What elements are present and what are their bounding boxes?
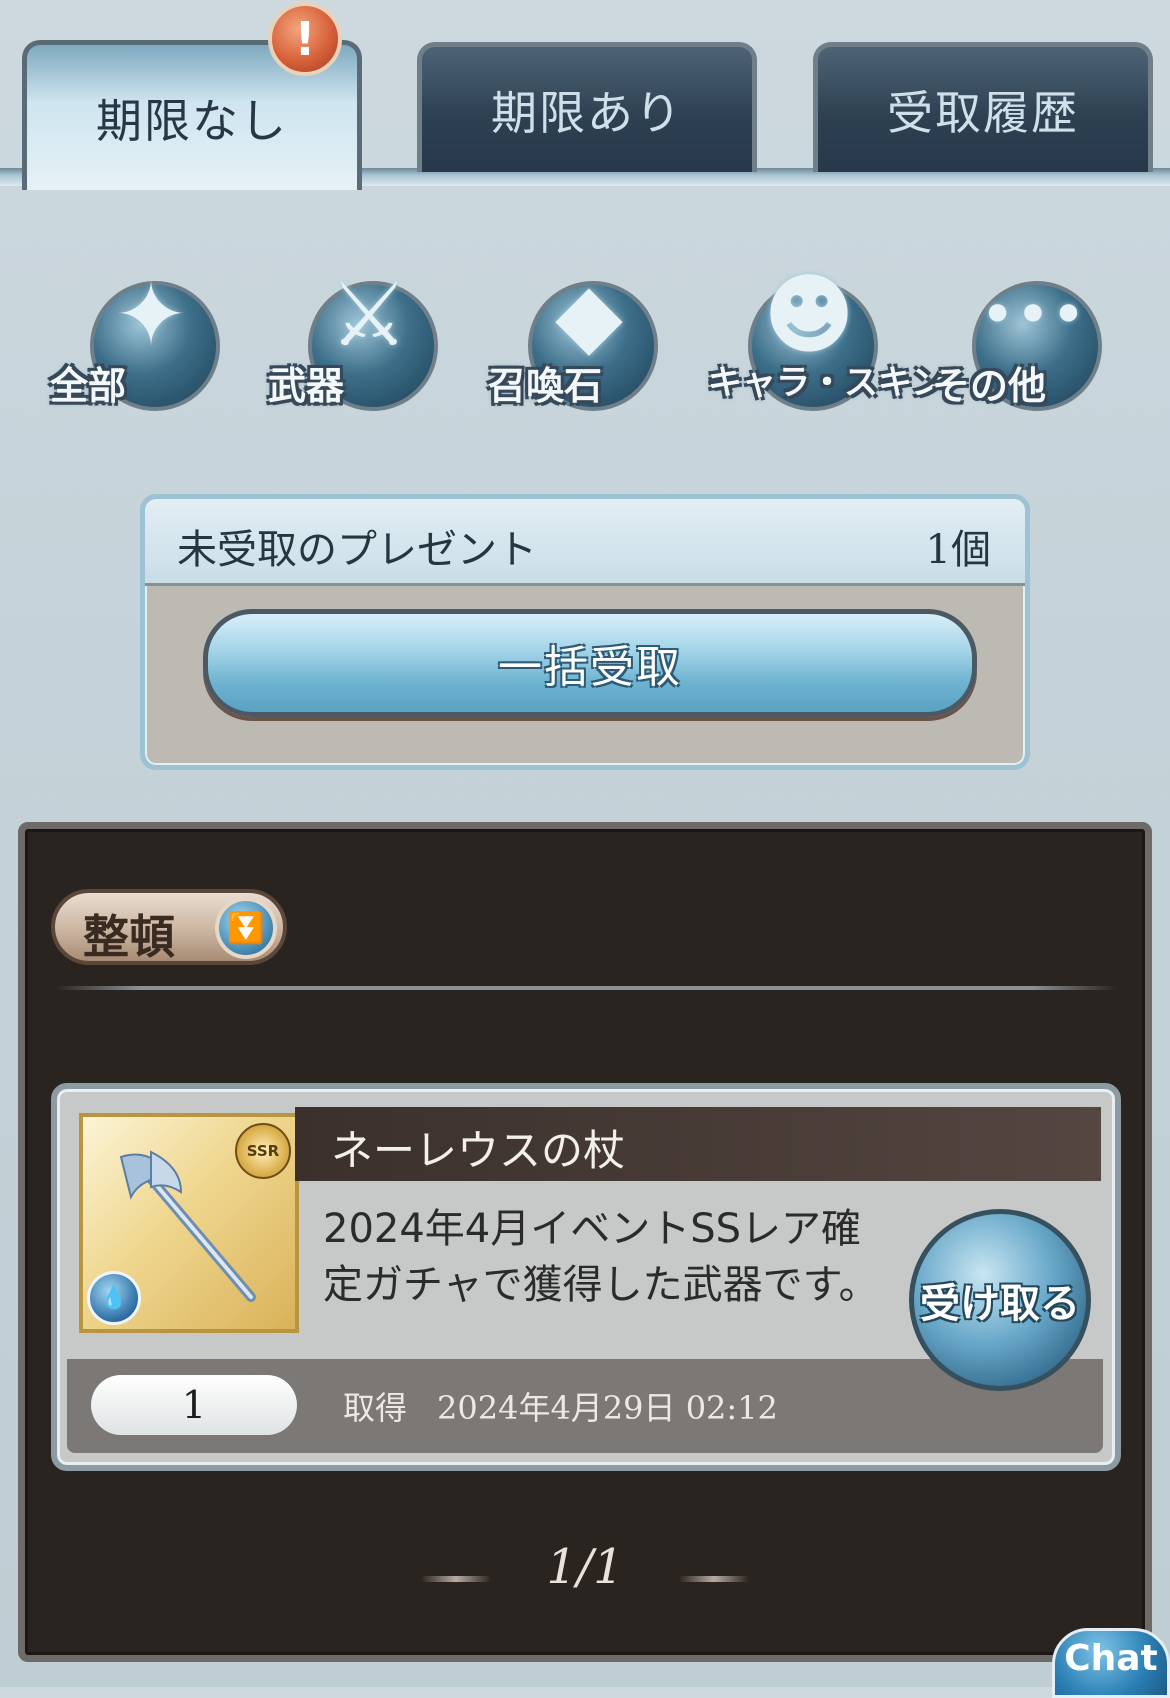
next-page-arrow-icon[interactable] <box>678 1575 749 1582</box>
receive-button[interactable]: 受け取る <box>909 1209 1091 1391</box>
list-item: SSR 💧 ネーレウスの杖 2024年4月イベントSSレア確定ガチャで獲得した武… <box>51 1083 1121 1471</box>
tab-no-expiry-label: 期限なし <box>96 93 288 148</box>
acquired-date: 2024年4月29日 02:12 <box>437 1389 778 1427</box>
chat-label: Chat <box>1064 1638 1158 1679</box>
tab-with-expiry-label: 期限あり <box>491 85 683 140</box>
all-items-icon: ✦ <box>114 263 188 366</box>
filter-summon-label: 召喚石 <box>488 364 603 408</box>
bulk-receive-button[interactable]: 一括受取 <box>203 609 977 717</box>
pagination: 1/1 <box>25 1539 1145 1595</box>
tab-with-expiry[interactable]: 期限あり <box>417 42 757 172</box>
unclaimed-summary: 未受取のプレゼント 1個 一括受取 <box>140 494 1030 770</box>
filter-character-skin-label: キャラ・スキン <box>708 363 945 403</box>
item-description: 2024年4月イベントSSレア確定ガチャで獲得した武器です。 <box>323 1206 879 1308</box>
item-name-bar: ネーレウスの杖 <box>295 1107 1101 1181</box>
item-thumbnail: SSR 💧 <box>79 1113 299 1333</box>
tab-receive-history-label: 受取履歴 <box>887 85 1079 140</box>
filter-weapon[interactable]: ⚔ 武器 <box>268 263 438 415</box>
summary-count: 1個 <box>925 527 991 573</box>
divider <box>55 986 1117 990</box>
acquired-label: 取得 <box>343 1389 408 1427</box>
filter-all[interactable]: ✦ 全部 <box>50 263 220 415</box>
crystal-icon: ◆ <box>555 263 623 366</box>
prev-page-arrow-icon[interactable] <box>421 1575 492 1582</box>
summary-title: 未受取のプレゼント <box>177 527 537 573</box>
item-quantity: 1 <box>91 1375 297 1435</box>
rarity-badge: SSR <box>235 1123 291 1179</box>
filter-other-label: その他 <box>932 364 1047 408</box>
character-silhouette-icon: ☻ <box>763 263 855 366</box>
sort-label: 整頓 <box>83 910 175 964</box>
more-dots-icon: ••• <box>979 280 1087 350</box>
summary-header: 未受取のプレゼント 1個 <box>145 499 1025 586</box>
tab-receive-history[interactable]: 受取履歴 <box>813 42 1153 172</box>
item-name: ネーレウスの杖 <box>331 1126 626 1175</box>
bulk-receive-label: 一括受取 <box>498 642 682 693</box>
filter-character-skin[interactable]: ☻ キャラ・スキン <box>708 263 945 415</box>
filter-summon[interactable]: ◆ 召喚石 <box>488 263 658 415</box>
filter-weapon-label: 武器 <box>268 364 345 408</box>
chevron-down-icon: ⏬ <box>215 897 277 959</box>
alert-badge-icon: ! <box>268 2 342 76</box>
filter-other[interactable]: ••• その他 <box>932 265 1102 415</box>
chat-button[interactable]: Chat <box>1052 1628 1170 1698</box>
filter-all-label: 全部 <box>50 364 127 408</box>
water-element-icon: 💧 <box>87 1271 141 1325</box>
page-indicator: 1/1 <box>546 1539 624 1595</box>
gift-list-panel: 整頓 ⏬ SSR 💧 ネーレウスの杖 2024年4月イベントSSレア確定ガチャで… <box>18 822 1152 1662</box>
tab-bar: 期限なし 期限あり 受取履歴 ! <box>0 0 1170 190</box>
sort-button[interactable]: 整頓 ⏬ <box>51 889 287 965</box>
sword-icon: ⚔ <box>329 263 409 366</box>
receive-label: 受け取る <box>920 1281 1080 1327</box>
